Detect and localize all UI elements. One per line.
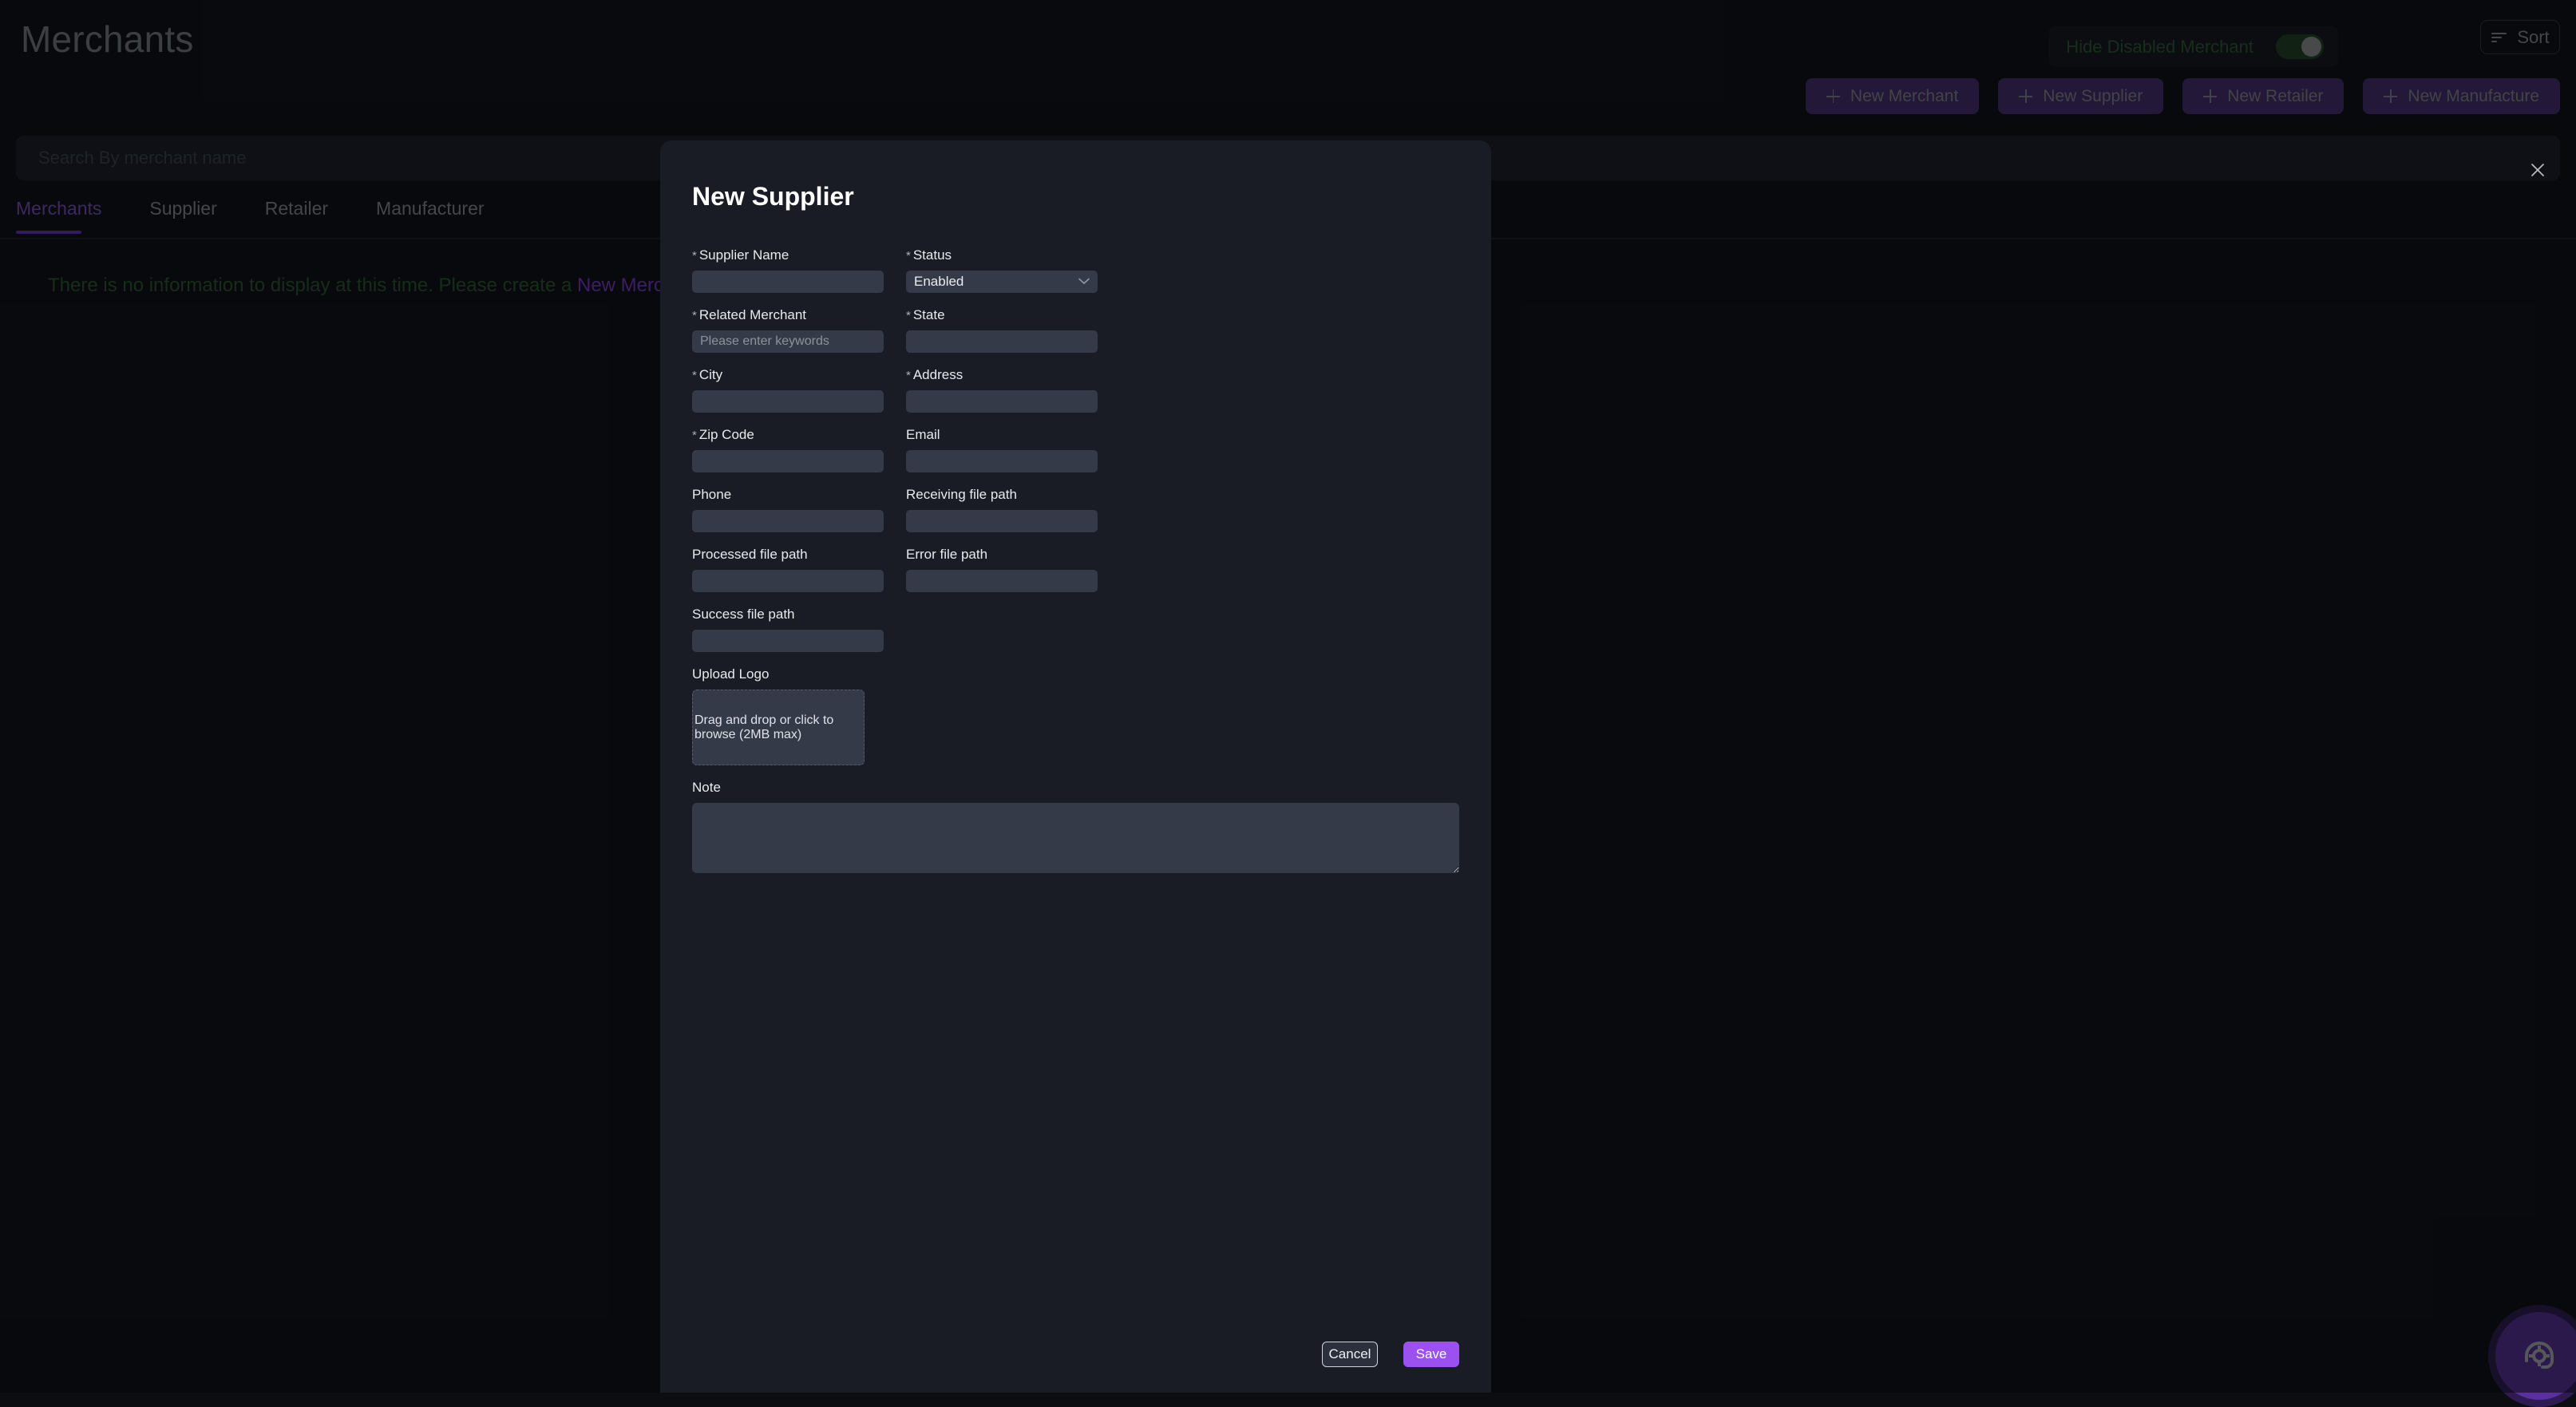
city-input[interactable]: [692, 390, 884, 413]
field-address: *Address: [906, 368, 1098, 413]
status-selected-value: Enabled: [914, 274, 964, 290]
required-asterisk: *: [692, 309, 697, 322]
save-button[interactable]: Save: [1403, 1342, 1459, 1367]
upload-logo-label: Upload Logo: [692, 667, 1098, 681]
required-asterisk: *: [906, 369, 911, 382]
close-icon: [2530, 162, 2546, 180]
required-asterisk: *: [906, 249, 911, 263]
required-asterisk: *: [692, 369, 697, 382]
field-processed-file-path: Processed file path: [692, 547, 884, 592]
field-note: Note: [692, 781, 1098, 877]
field-status: *Status Enabled: [906, 248, 1098, 293]
processed-file-path-input[interactable]: [692, 570, 884, 592]
receiving-file-path-label: Receiving file path: [906, 488, 1098, 501]
note-label: Note: [692, 781, 1098, 794]
new-supplier-form: *Supplier Name *Status Enabled *Rela: [692, 248, 1459, 892]
related-merchant-input[interactable]: [692, 330, 884, 353]
field-receiving-file-path: Receiving file path: [906, 488, 1098, 532]
modal-footer: Cancel Save: [1322, 1342, 1459, 1367]
chevron-down-icon: [1078, 275, 1090, 289]
field-phone: Phone: [692, 488, 884, 532]
supplier-name-input[interactable]: [692, 271, 884, 293]
field-upload-logo: Upload Logo Drag and drop or click to br…: [692, 667, 1098, 765]
state-label: *State: [906, 308, 1098, 322]
processed-file-path-label: Processed file path: [692, 547, 884, 561]
phone-input[interactable]: [692, 510, 884, 532]
note-textarea[interactable]: [692, 803, 1459, 873]
supplier-name-label: *Supplier Name: [692, 248, 884, 262]
email-input[interactable]: [906, 450, 1098, 472]
required-asterisk: *: [692, 249, 697, 263]
city-label: *City: [692, 368, 884, 381]
field-success-file-path: Success file path: [692, 607, 884, 652]
success-file-path-label: Success file path: [692, 607, 884, 621]
field-error-file-path: Error file path: [906, 547, 1098, 592]
field-state: *State: [906, 308, 1098, 353]
phone-label: Phone: [692, 488, 884, 501]
error-file-path-label: Error file path: [906, 547, 1098, 561]
state-input[interactable]: [906, 330, 1098, 353]
field-city: *City: [692, 368, 884, 413]
address-input[interactable]: [906, 390, 1098, 413]
modal-title: New Supplier: [692, 182, 854, 211]
error-file-path-input[interactable]: [906, 570, 1098, 592]
new-supplier-modal: New Supplier *Supplier Name *Status Enab…: [660, 140, 1491, 1393]
related-merchant-label: *Related Merchant: [692, 308, 884, 322]
field-related-merchant: *Related Merchant: [692, 308, 884, 353]
address-label: *Address: [906, 368, 1098, 381]
receiving-file-path-input[interactable]: [906, 510, 1098, 532]
email-label: Email: [906, 428, 1098, 441]
zip-code-label: *Zip Code: [692, 428, 884, 441]
upload-logo-dropzone[interactable]: Drag and drop or click to browse (2MB ma…: [692, 690, 865, 765]
required-asterisk: *: [692, 429, 697, 442]
modal-close-button[interactable]: [2522, 155, 2554, 187]
status-select[interactable]: Enabled: [906, 271, 1098, 293]
upload-logo-hint: Drag and drop or click to browse (2MB ma…: [694, 713, 862, 742]
required-asterisk: *: [906, 309, 911, 322]
cancel-button[interactable]: Cancel: [1322, 1342, 1378, 1367]
status-label: *Status: [906, 248, 1098, 262]
field-email: Email: [906, 428, 1098, 472]
field-zip-code: *Zip Code: [692, 428, 884, 472]
zip-code-input[interactable]: [692, 450, 884, 472]
field-supplier-name: *Supplier Name: [692, 248, 884, 293]
success-file-path-input[interactable]: [692, 630, 884, 652]
